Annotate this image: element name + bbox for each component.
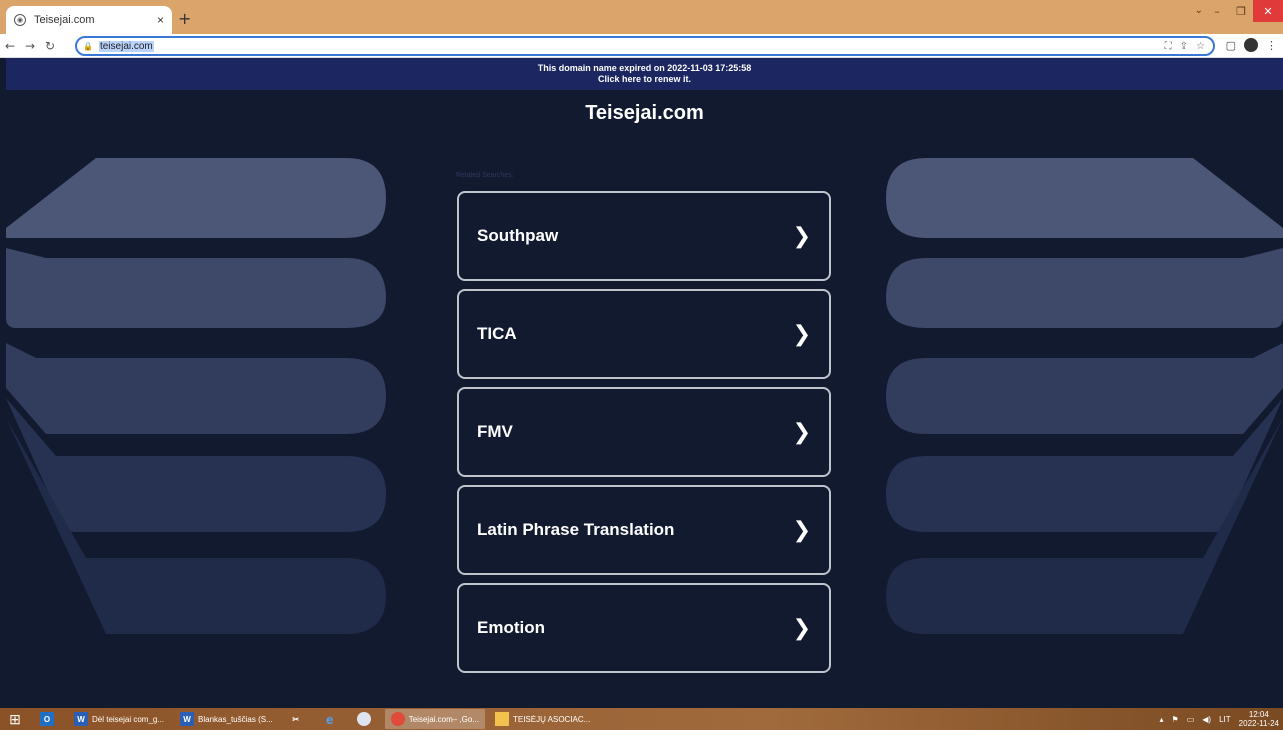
taskbar-item-label: Teisejai.com– ,Go... — [408, 714, 479, 724]
chevron-right-icon: ❯ — [792, 615, 811, 641]
volume-icon[interactable]: ◀) — [1202, 715, 1211, 724]
word-icon: W — [74, 712, 88, 726]
tray-expand-icon[interactable]: ▴ — [1160, 715, 1164, 724]
outlook-taskbar-icon[interactable]: O — [34, 709, 64, 729]
tab-strip: ◉ Teisejai.com × + ⌄ – ❐ ✕ — [0, 0, 1283, 34]
taskbar-item-label: Dėl teisejai com_g... — [92, 714, 165, 724]
reload-icon[interactable]: ↻ — [40, 39, 60, 53]
link-label: TICA — [477, 324, 517, 343]
side-panel-icon[interactable]: ▢ — [1226, 39, 1236, 52]
tab-teisejai[interactable]: ◉ Teisejai.com × — [6, 6, 172, 34]
expiry-notice: This domain name expired on 2022-11-03 1… — [537, 63, 752, 73]
new-tab-button[interactable]: + — [178, 9, 191, 28]
related-link-tica[interactable]: TICA ❯ — [457, 289, 831, 379]
share-icon[interactable]: ⇪ — [1180, 41, 1188, 52]
chevron-right-icon: ❯ — [792, 517, 811, 543]
link-label: Southpaw — [477, 226, 559, 245]
window-controls: – ❐ ✕ — [1205, 0, 1283, 22]
outlook-icon: O — [40, 712, 54, 726]
word-icon: W — [180, 712, 195, 726]
taskbar-item-folder[interactable]: TEISĖJŲ ASOCIAC... — [489, 709, 596, 729]
taskbar-item-word-1[interactable]: W Dėl teisejai com_g... — [68, 709, 170, 729]
bookmark-star-icon[interactable]: ☆ — [1196, 41, 1205, 52]
menu-dots-icon[interactable]: ⋮ — [1266, 39, 1277, 52]
url-text[interactable]: teisejai.com — [98, 40, 154, 52]
clock-time: 12:04 — [1248, 710, 1269, 719]
related-link-latin-phrase-translation[interactable]: Latin Phrase Translation ❯ — [457, 485, 831, 575]
clock-date: 2022-11-24 — [1238, 719, 1279, 728]
lock-icon[interactable]: 🔒 — [83, 42, 93, 51]
link-label: Latin Phrase Translation — [477, 520, 675, 539]
related-link-fmv[interactable]: FMV ❯ — [457, 387, 831, 477]
windows-start-icon[interactable]: ⊞ — [0, 708, 30, 730]
forward-icon[interactable]: → — [20, 39, 40, 53]
taskbar-item-label: Blankas_tuščias (S... — [198, 714, 273, 724]
browser-toolbar: ← → ↻ 🔒 teisejai.com ⛶ ⇪ ☆ ▢ ⋮ — [0, 34, 1283, 58]
taskbar-item-word-2[interactable]: W Blankas_tuščias (S... — [174, 709, 279, 729]
taskbar-app-circle[interactable] — [351, 709, 381, 729]
address-bar[interactable]: 🔒 teisejai.com ⛶ ⇪ ☆ — [75, 36, 1215, 56]
tab-title: Teisejai.com — [34, 14, 95, 26]
related-searches-label: Related Searches: — [456, 172, 514, 179]
display-icon[interactable]: ▭ — [1187, 715, 1195, 724]
taskbar-item-label: TEISĖJŲ ASOCIAC... — [512, 714, 591, 724]
chevron-right-icon: ❯ — [792, 419, 811, 445]
link-label: FMV — [477, 422, 513, 441]
tab-close-button[interactable]: × — [157, 13, 164, 27]
related-link-emotion[interactable]: Emotion ❯ — [457, 583, 831, 673]
globe-icon: ◉ — [14, 14, 26, 26]
site-title: Teisejai.com — [585, 102, 704, 124]
taskbar-item-chrome[interactable]: Teisejai.com– ,Go... — [384, 709, 485, 729]
back-icon[interactable]: ← — [0, 39, 20, 53]
snipping-tool-icon: ✂ — [292, 714, 300, 724]
internet-explorer-icon: e — [326, 711, 334, 727]
language-indicator[interactable]: LIT — [1219, 715, 1231, 724]
chrome-icon — [390, 712, 405, 726]
close-window-icon[interactable]: ✕ — [1253, 0, 1283, 22]
expiry-banner[interactable]: This domain name expired on 2022-11-03 1… — [6, 58, 1283, 90]
profile-avatar[interactable] — [1244, 38, 1258, 52]
renew-link[interactable]: Click here to renew it. — [6, 74, 1283, 85]
restore-icon[interactable]: ❐ — [1229, 0, 1253, 22]
related-link-southpaw[interactable]: Southpaw ❯ — [457, 191, 831, 281]
folder-icon — [494, 712, 509, 726]
tab-search-icon[interactable]: ⌄ — [1195, 5, 1203, 16]
translate-icon[interactable]: ⛶ — [1165, 41, 1172, 52]
windows-taskbar: ⊞ O W Dėl teisejai com_g... W Blankas_tu… — [0, 708, 1283, 730]
taskbar-internet-explorer[interactable]: e — [317, 709, 347, 729]
network-icon[interactable]: ⚑ — [1172, 715, 1179, 724]
clock[interactable]: 12:04 2022-11-24 — [1239, 710, 1279, 728]
app-circle-icon — [356, 712, 371, 726]
web-page: This domain name expired on 2022-11-03 1… — [6, 58, 1283, 708]
chevron-right-icon: ❯ — [792, 223, 811, 249]
minimize-icon[interactable]: – — [1205, 0, 1229, 22]
taskbar-snipping-tool[interactable]: ✂ — [283, 709, 313, 729]
link-label: Emotion — [477, 618, 545, 637]
system-tray: ▴ ⚑ ▭ ◀) LIT 12:04 2022-11-24 — [1160, 708, 1279, 730]
chevron-right-icon: ❯ — [792, 321, 811, 347]
